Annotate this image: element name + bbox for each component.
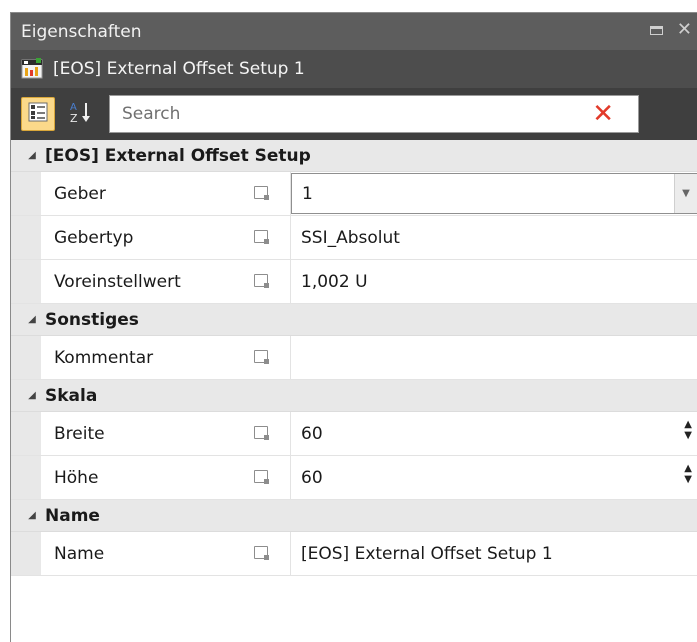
maximize-icon[interactable] [649, 25, 663, 35]
property-row[interactable]: Name [EOS] External Offset Setup 1 [11, 532, 697, 576]
property-name: Geber [41, 172, 291, 215]
category-label: Sonstiges [45, 309, 139, 330]
category-label: Name [45, 505, 100, 526]
categorized-view-icon [27, 101, 49, 128]
property-binding-icon[interactable] [254, 470, 269, 484]
sort-alphabetical-icon: A Z [67, 99, 93, 130]
property-binding-icon[interactable] [254, 426, 269, 440]
alphabetical-sort-button[interactable]: A Z [63, 97, 97, 131]
collapse-icon[interactable]: ◢ [19, 510, 45, 521]
property-name: Voreinstellwert [41, 260, 291, 303]
property-binding-icon[interactable] [254, 350, 269, 364]
property-row[interactable]: Breite 60 ▲ ▼ [11, 412, 697, 456]
property-value[interactable]: 1,002 U [291, 260, 697, 303]
property-row[interactable]: Geber 1 ▼ [11, 172, 697, 216]
property-value[interactable]: [EOS] External Offset Setup 1 [291, 532, 697, 575]
collapse-icon[interactable]: ◢ [19, 390, 45, 401]
category-header[interactable]: ◢ [EOS] External Offset Setup [11, 140, 697, 172]
property-name: Gebertyp [41, 216, 291, 259]
category-label: Skala [45, 385, 98, 406]
properties-panel: Eigenschaften ✕ [EOS] External Offset Se… [10, 12, 697, 642]
property-binding-icon[interactable] [254, 186, 269, 200]
property-value-dropdown[interactable]: 1 ▼ [291, 173, 697, 214]
property-binding-icon[interactable] [254, 230, 269, 244]
property-value[interactable] [291, 336, 697, 379]
search-box[interactable]: ✕ [109, 95, 639, 133]
property-grid: ◢ [EOS] External Offset Setup Geber 1 ▼ … [11, 140, 697, 576]
collapse-icon[interactable]: ◢ [19, 314, 45, 325]
property-value[interactable]: SSI_Absolut [291, 216, 697, 259]
selected-object-bar: [EOS] External Offset Setup 1 [11, 50, 697, 88]
property-binding-icon[interactable] [254, 274, 269, 288]
property-row[interactable]: Gebertyp SSI_Absolut [11, 216, 697, 260]
property-name: Name [41, 532, 291, 575]
property-row[interactable]: Kommentar [11, 336, 697, 380]
window-buttons: ✕ [649, 21, 692, 39]
property-name: Höhe [41, 456, 291, 499]
property-value-spinner[interactable]: 60 ▲ ▼ [291, 456, 697, 499]
dropdown-arrow-icon[interactable]: ▼ [674, 174, 697, 213]
categorized-view-button[interactable] [21, 97, 55, 131]
panel-titlebar[interactable]: Eigenschaften ✕ [11, 13, 697, 50]
spinner-arrows-icon[interactable]: ▲ ▼ [684, 463, 692, 485]
property-binding-icon[interactable] [254, 546, 269, 560]
category-header[interactable]: ◢ Sonstiges [11, 304, 697, 336]
properties-toolbar: A Z ✕ [11, 88, 697, 140]
category-header[interactable]: ◢ Name [11, 500, 697, 532]
clear-icon[interactable]: ✕ [592, 100, 614, 128]
category-header[interactable]: ◢ Skala [11, 380, 697, 412]
property-row[interactable]: Voreinstellwert 1,002 U [11, 260, 697, 304]
spinner-arrows-icon[interactable]: ▲ ▼ [684, 419, 692, 441]
search-input[interactable] [120, 103, 564, 125]
panel-title: Eigenschaften [21, 21, 142, 42]
collapse-icon[interactable]: ◢ [19, 150, 45, 161]
category-label: [EOS] External Offset Setup [45, 145, 311, 166]
close-icon[interactable]: ✕ [677, 21, 692, 39]
object-icon [21, 58, 43, 80]
property-row[interactable]: Höhe 60 ▲ ▼ [11, 456, 697, 500]
property-name: Breite [41, 412, 291, 455]
property-value-spinner[interactable]: 60 ▲ ▼ [291, 412, 697, 455]
svg-text:Z: Z [70, 112, 78, 125]
property-name: Kommentar [41, 336, 291, 379]
object-title: [EOS] External Offset Setup 1 [53, 59, 305, 79]
